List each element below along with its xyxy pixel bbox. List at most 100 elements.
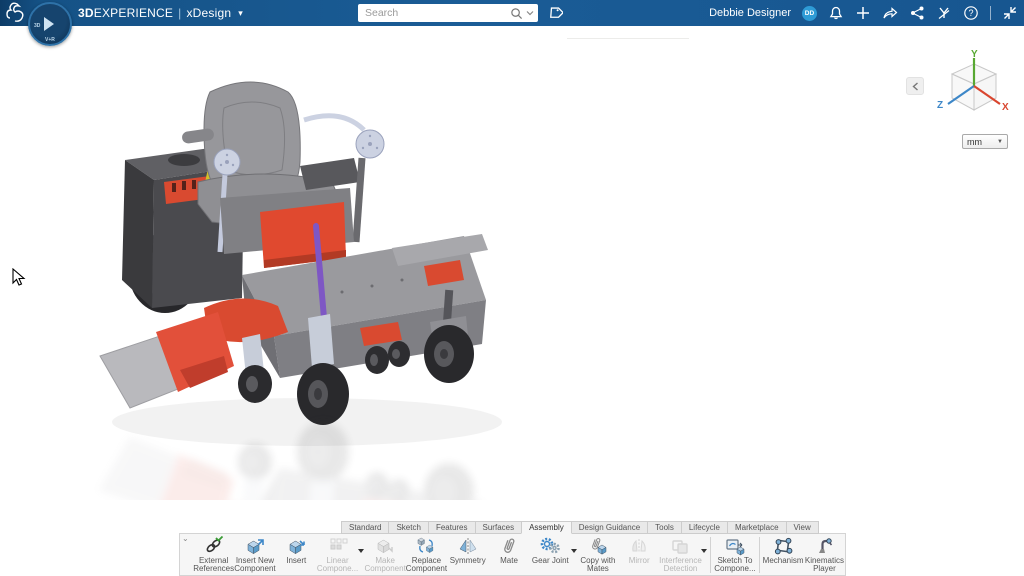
ribbon-toolbar: ⌄ External ReferencesInsert New Componen… xyxy=(179,533,846,576)
tab-design-guidance[interactable]: Design Guidance xyxy=(571,521,648,534)
button-interference-detection-dropdown-icon[interactable] xyxy=(701,549,707,553)
search-box[interactable] xyxy=(358,4,538,22)
button-mechanism[interactable]: Mechanism xyxy=(762,535,803,575)
ribbon-tabs: StandardSketchFeaturesSurfacesAssemblyDe… xyxy=(342,521,819,534)
tab-assembly[interactable]: Assembly xyxy=(521,521,572,534)
button-interference-detection: Interference Detection xyxy=(660,535,701,575)
brand-experience: EXPERIENCE xyxy=(94,6,173,20)
units-value: mm xyxy=(967,137,997,147)
button-label: Replace Component xyxy=(406,557,447,575)
units-chevron-icon: ▼ xyxy=(997,139,1003,145)
mirror-icon xyxy=(629,536,649,556)
external-references-icon xyxy=(204,536,224,556)
topbar-divider xyxy=(990,6,991,20)
app-title: 3DEXPERIENCE | xDesign ▾ xyxy=(78,6,243,20)
3dexperience-compass[interactable]: 3D V+R xyxy=(28,2,72,46)
expand-panel-button[interactable] xyxy=(906,77,924,95)
share-network-icon[interactable] xyxy=(909,5,925,21)
ribbon-group-divider xyxy=(759,537,760,573)
replace-component-icon xyxy=(416,536,436,556)
linear-component-icon xyxy=(328,536,348,556)
button-label: Linear Compone... xyxy=(317,557,358,575)
tab-surfaces[interactable]: Surfaces xyxy=(475,521,523,534)
axis-z-label: Z xyxy=(937,100,943,111)
3ds-logo[interactable] xyxy=(6,2,28,24)
mate-icon xyxy=(499,536,519,556)
button-make-component: Make Component xyxy=(364,535,405,575)
user-avatar[interactable]: DD xyxy=(802,6,817,21)
share-arrow-icon[interactable] xyxy=(882,5,898,21)
app-name[interactable]: xDesign xyxy=(186,6,231,20)
copy-with-mates-icon xyxy=(588,536,608,556)
tag-icon[interactable] xyxy=(547,5,563,21)
tab-features[interactable]: Features xyxy=(428,521,476,534)
app-chevron-down-icon[interactable]: ▾ xyxy=(238,8,243,19)
button-kinematics-player[interactable]: Kinematics Player xyxy=(804,535,845,575)
insert-icon xyxy=(286,536,306,556)
button-replace-component[interactable]: Replace Component xyxy=(406,535,447,575)
axis-y-label: Y xyxy=(971,50,978,60)
button-mirror: Mirror xyxy=(619,535,660,575)
search-input[interactable] xyxy=(365,7,507,19)
tab-sketch[interactable]: Sketch xyxy=(388,521,428,534)
button-mate[interactable]: Mate xyxy=(488,535,529,575)
button-label: Copy with Mates xyxy=(577,557,618,575)
add-icon[interactable] xyxy=(855,5,871,21)
mouse-cursor xyxy=(12,268,26,288)
sketch-to-component-icon xyxy=(725,536,745,556)
help-icon[interactable]: ? xyxy=(963,5,979,21)
gear-joint-icon xyxy=(540,536,560,556)
button-external-references[interactable]: External References xyxy=(193,535,234,575)
button-symmetry[interactable]: Symmetry xyxy=(447,535,488,575)
kinematics-player-icon xyxy=(814,536,834,556)
units-dropdown[interactable]: mm ▼ xyxy=(962,134,1008,149)
button-sketch-to-compone[interactable]: Sketch To Compone... xyxy=(714,535,755,575)
tab-tools[interactable]: Tools xyxy=(647,521,682,534)
button-insert[interactable]: Insert xyxy=(276,535,317,575)
notifications-icon[interactable] xyxy=(828,5,844,21)
button-label: Gear Joint xyxy=(532,557,569,566)
collapse-window-icon[interactable] xyxy=(1002,5,1018,21)
search-options-chevron-icon[interactable] xyxy=(526,9,534,17)
svg-text:?: ? xyxy=(968,8,973,18)
mechanism-icon xyxy=(773,536,793,556)
top-bar: 3D V+R 3DEXPERIENCE | xDesign ▾ Debbie D… xyxy=(0,0,1024,26)
search-icon[interactable] xyxy=(510,7,523,20)
axis-x-label: X xyxy=(1002,102,1009,113)
button-label: Mirror xyxy=(629,557,650,566)
brand-3d: 3D xyxy=(78,6,94,20)
compass-south-label: V+R xyxy=(45,37,55,43)
ribbon-collapse-icon[interactable]: ⌄ xyxy=(182,534,189,543)
button-label: Symmetry xyxy=(450,557,486,566)
hidden-panel-edge xyxy=(567,38,689,39)
button-label: Make Component xyxy=(364,557,405,575)
interference-detection-icon xyxy=(670,536,690,556)
compass-play-icon xyxy=(44,17,54,31)
button-linear-compone: Linear Compone... xyxy=(317,535,358,575)
button-label: Mechanism xyxy=(763,557,804,566)
button-copy-with-mates[interactable]: Copy with Mates xyxy=(577,535,618,575)
tab-view[interactable]: View xyxy=(786,521,819,534)
symmetry-icon xyxy=(458,536,478,556)
button-label: Kinematics Player xyxy=(804,557,845,575)
title-separator: | xyxy=(178,6,181,20)
button-insert-new-component[interactable]: Insert New Component xyxy=(234,535,275,575)
mower-3d-model[interactable] xyxy=(92,70,522,500)
make-component-icon xyxy=(375,536,395,556)
compass-west-label: 3D xyxy=(34,23,40,29)
button-label: Insert New Component xyxy=(234,557,275,575)
tab-marketplace[interactable]: Marketplace xyxy=(727,521,787,534)
ribbon-group-divider xyxy=(710,537,711,573)
tab-lifecycle[interactable]: Lifecycle xyxy=(681,521,728,534)
user-name[interactable]: Debbie Designer xyxy=(709,7,791,19)
tab-standard[interactable]: Standard xyxy=(341,521,389,534)
button-label: Sketch To Compone... xyxy=(714,557,755,575)
apps-icon[interactable] xyxy=(936,5,952,21)
button-label: Mate xyxy=(500,557,518,566)
button-gear-joint[interactable]: Gear Joint xyxy=(530,535,571,575)
button-label: Interference Detection xyxy=(659,557,702,575)
insert-new-component-icon xyxy=(245,536,265,556)
button-label: External References xyxy=(193,557,234,575)
button-label: Insert xyxy=(286,557,306,566)
view-triad-cube[interactable]: Y Z X xyxy=(936,50,1012,130)
